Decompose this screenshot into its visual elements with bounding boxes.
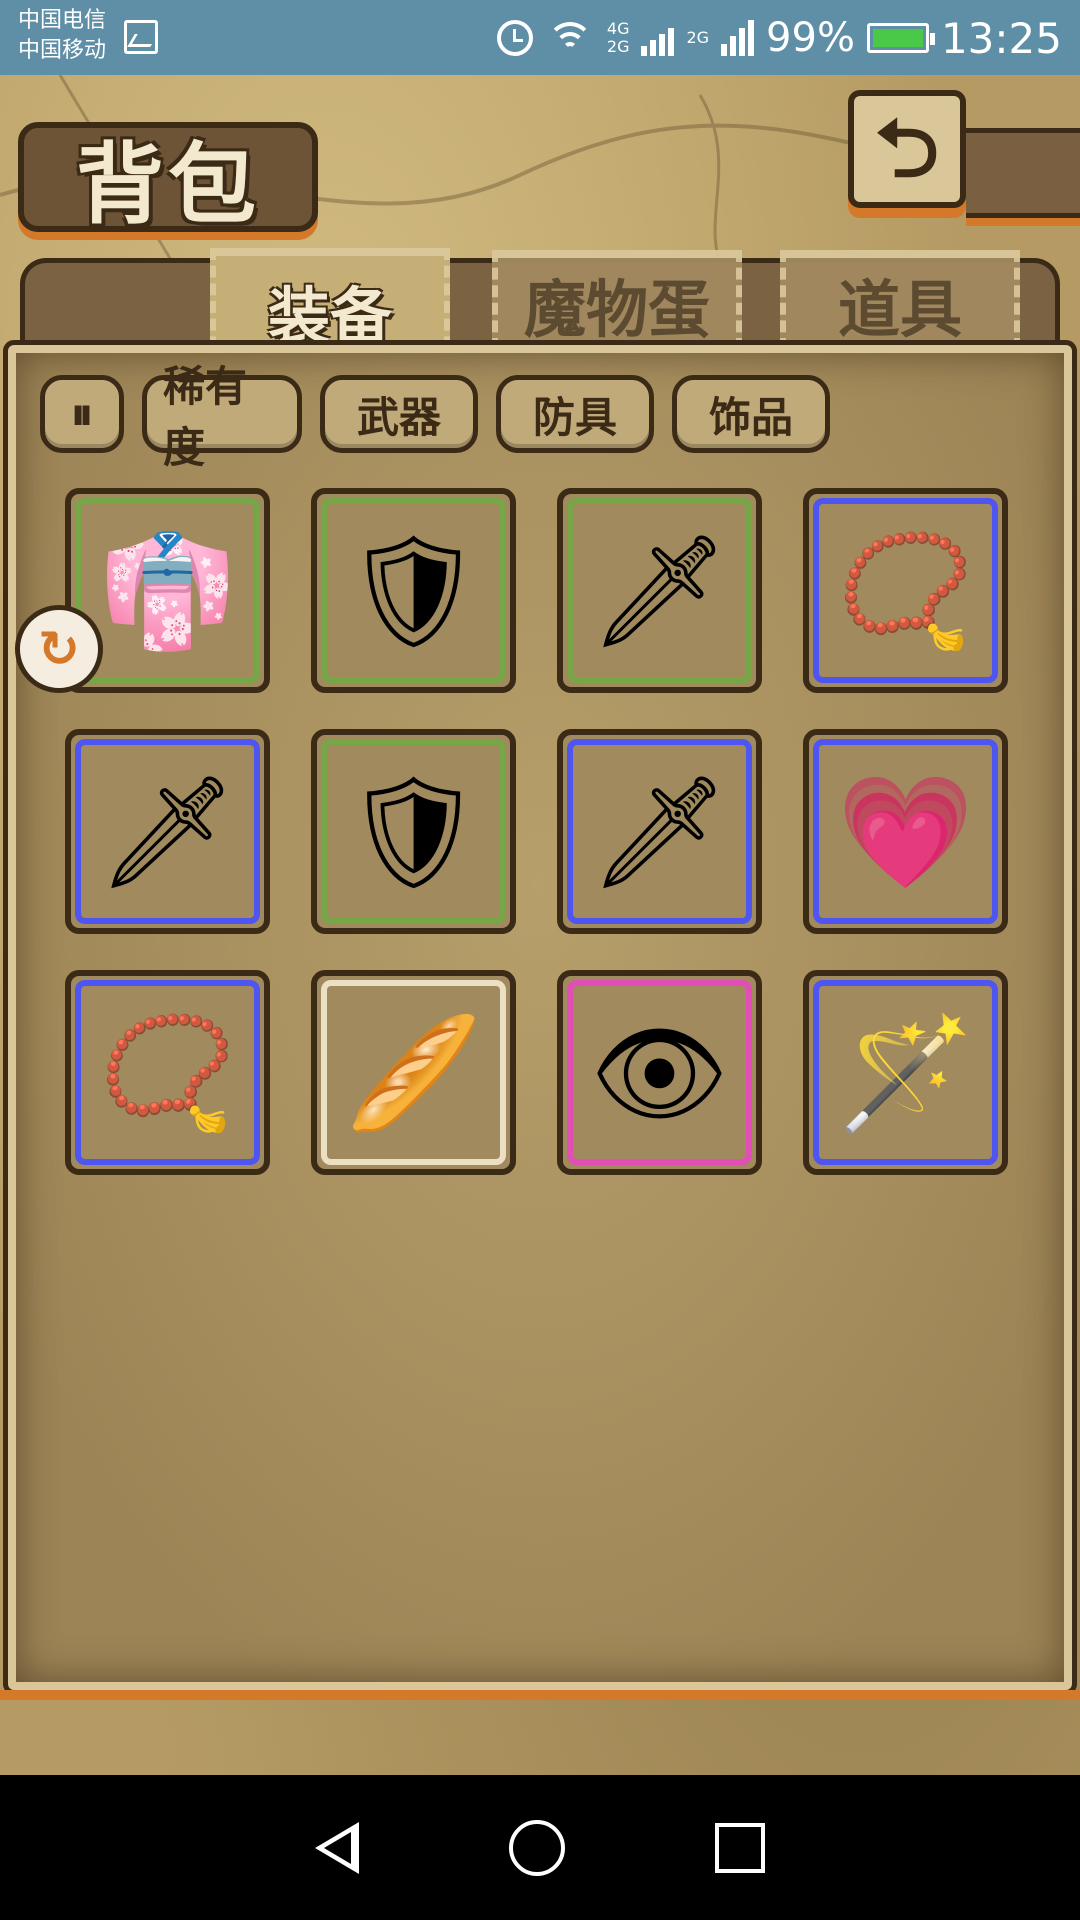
long-sword-icon: 🗡 xyxy=(97,767,238,896)
nav-back-icon[interactable] xyxy=(315,1821,359,1874)
filter-accessory-label: 饰品 xyxy=(708,392,793,442)
carrier-1: 中国电信 xyxy=(18,8,107,33)
round-shield-icon: 🛡 xyxy=(343,767,484,896)
item-slot-long-sword[interactable]: 🗡 xyxy=(65,729,270,934)
carrier-2: 中国移动 xyxy=(18,38,107,63)
tab-items[interactable]: 道具 xyxy=(780,250,1020,350)
status-bar: 中国电信 中国移动 4G 2G 2G 99% 13:25 xyxy=(0,0,1080,75)
back-button[interactable]: ⮌ xyxy=(848,90,966,208)
item-slot-eye-charm[interactable]: 👁 xyxy=(557,970,762,1175)
refresh-icon: ↻ xyxy=(38,620,80,678)
wifi-icon xyxy=(545,20,595,56)
header-bar-right xyxy=(966,128,1080,218)
return-icon: ⮌ xyxy=(874,102,940,195)
filter-rarity-label: 稀有度 xyxy=(163,362,248,472)
filter-bar: ⏸ 稀有度 武器 防具 饰品 xyxy=(40,362,830,472)
long-sword-icon: 🗡 xyxy=(589,767,730,896)
net-type-1: 4G xyxy=(606,19,630,38)
filter-rarity-button[interactable]: 稀有度 xyxy=(142,362,302,472)
battery-percent: 99% xyxy=(766,15,855,61)
signal-icon xyxy=(641,20,675,56)
battery-icon xyxy=(866,23,935,53)
filter-weapon-button[interactable]: 武器 xyxy=(320,375,478,453)
status-right: 4G 2G 2G 99% 13:25 xyxy=(496,10,1062,66)
clock: 13:25 xyxy=(940,13,1062,63)
filter-accessory-button[interactable]: 饰品 xyxy=(672,375,830,453)
heart-scepter-icon: 🪄 xyxy=(837,1008,974,1137)
filter-weapon-label: 武器 xyxy=(356,392,441,442)
network-type: 4G 2G xyxy=(607,20,630,56)
tab-monster-eggs-label: 魔物蛋 xyxy=(523,273,710,346)
tab-items-label: 道具 xyxy=(837,273,962,346)
refresh-badge-button[interactable]: ↻ xyxy=(15,605,103,693)
item-slot-long-sword[interactable]: 🗡 xyxy=(557,729,762,934)
network-type-2: 2G xyxy=(686,28,710,47)
carrier-info: 中国电信 中国移动 xyxy=(18,6,106,66)
item-slot-round-shield[interactable]: 🛡 xyxy=(311,488,516,693)
page-title: 背包 xyxy=(75,132,260,236)
item-slot-heart-ring[interactable]: 💗 xyxy=(803,729,1008,934)
item-slot-round-shield[interactable]: 🛡 xyxy=(311,729,516,934)
round-shield-icon: 🛡 xyxy=(343,526,484,655)
sailor-uniform-icon: 👘 xyxy=(99,526,236,655)
beetle-necklace-icon: 📿 xyxy=(837,526,974,655)
nav-home-icon[interactable] xyxy=(509,1819,565,1876)
eye-charm-icon: 👁 xyxy=(589,1008,730,1137)
page-title-plate: 背包 xyxy=(18,122,318,236)
gallery-icon xyxy=(124,20,158,54)
item-slot-heart-scepter[interactable]: 🪄 xyxy=(803,970,1008,1175)
net-type-2: 2G xyxy=(606,37,630,56)
sort-icon: ⏸ xyxy=(71,388,93,440)
item-slot-beetle-necklace[interactable]: 📿 xyxy=(65,970,270,1175)
tab-equipment-label: 装备 xyxy=(267,280,392,353)
item-slot-bread[interactable]: 🥖 xyxy=(311,970,516,1175)
panel-bottom-trim xyxy=(0,1690,1080,1700)
beetle-necklace-icon: 📿 xyxy=(99,1008,236,1137)
navigation-bar xyxy=(0,1775,1080,1920)
heart-ring-icon: 💗 xyxy=(837,767,974,896)
item-slot-beetle-necklace[interactable]: 📿 xyxy=(803,488,1008,693)
signal-icon-2 xyxy=(721,20,755,56)
sort-toggle-button[interactable]: ⏸ xyxy=(40,375,124,453)
tab-monster-eggs[interactable]: 魔物蛋 xyxy=(492,250,742,350)
filter-armor-label: 防具 xyxy=(532,392,617,442)
filter-armor-button[interactable]: 防具 xyxy=(496,375,654,453)
alarm-icon xyxy=(496,20,533,56)
item-grid: 👘 🛡 🗡 📿 🗡 🛡 🗡 💗 📿 🥖 👁 🪄 xyxy=(65,488,1008,1175)
item-slot-short-sword[interactable]: 🗡 xyxy=(557,488,762,693)
nav-recents-icon[interactable] xyxy=(715,1822,765,1873)
short-sword-icon: 🗡 xyxy=(589,526,730,655)
bread-icon: 🥖 xyxy=(345,1008,482,1137)
